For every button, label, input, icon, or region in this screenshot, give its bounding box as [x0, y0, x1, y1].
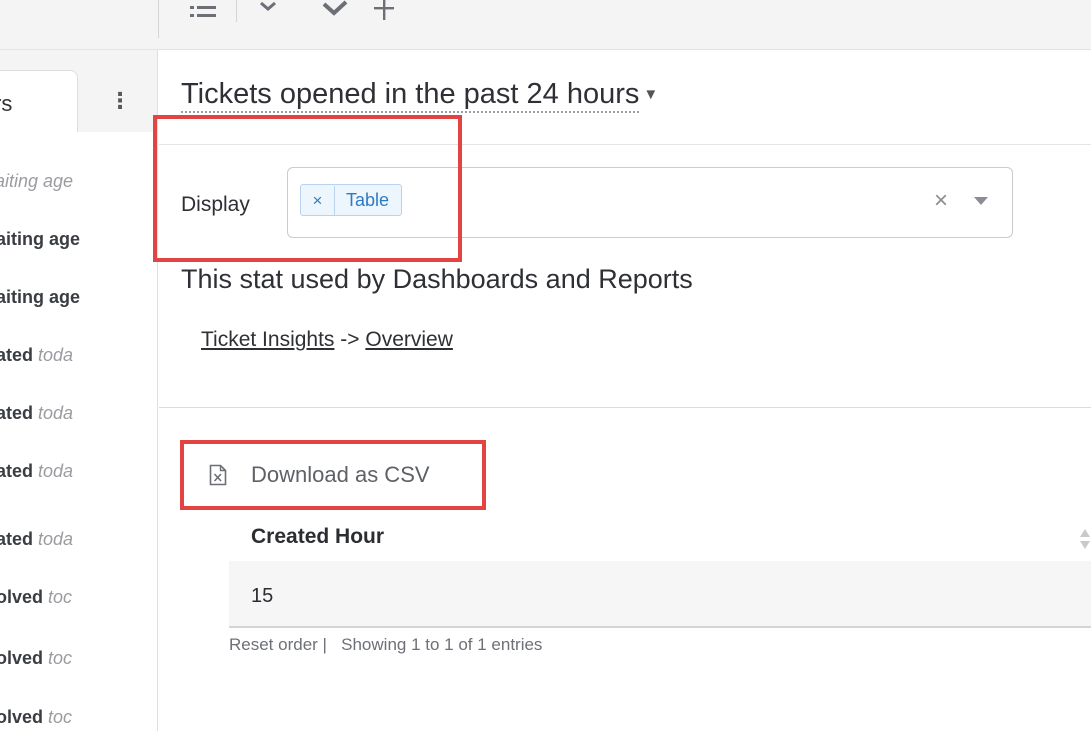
left-tab-label: rs [0, 91, 13, 116]
used-by-heading: This stat used by Dashboards and Reports [181, 264, 693, 294]
left-list: vaiting age vaiting age vaiting age eate… [0, 132, 157, 731]
list-icon[interactable] [190, 0, 216, 24]
list-item-text: solved [0, 648, 44, 668]
list-item[interactable]: vaiting age [0, 224, 80, 254]
list-item-text: vaiting age [0, 287, 81, 307]
check-icon[interactable] [320, 0, 350, 24]
link-separator: -> [334, 328, 366, 351]
list-item-time: vaiting age [0, 171, 74, 191]
link-ticket-insights[interactable]: Ticket Insights [201, 328, 334, 351]
chip-label: Table [346, 190, 390, 210]
clear-icon[interactable]: × [934, 187, 948, 215]
list-item-time: toc [48, 707, 73, 727]
list-item-time: toda [38, 345, 74, 365]
left-panel: rs ⋮ vaiting age vaiting age vaiting age… [0, 50, 158, 731]
download-csv-label: Download as CSV [251, 462, 430, 487]
dropdown-arrow-icon[interactable] [974, 197, 988, 205]
table-row: 15 [229, 561, 1091, 628]
main-content: Tickets opened in the past 24 hours ▼ Dis… [159, 50, 1091, 731]
csv-file-icon [209, 464, 227, 486]
link-overview[interactable]: Overview [365, 328, 453, 351]
list-item-time: toda [38, 529, 74, 549]
list-item-text: eated [0, 529, 34, 549]
left-tab[interactable]: rs [0, 70, 78, 132]
sort-icon[interactable] [1079, 526, 1091, 552]
list-item-time: toc [48, 587, 73, 607]
divider [159, 407, 1091, 408]
reset-order-link[interactable]: Reset order | [229, 635, 327, 654]
list-item-text: solved [0, 587, 44, 607]
list-item[interactable]: eated toda [0, 340, 73, 370]
toolbar-divider [236, 0, 237, 22]
list-item[interactable]: eated toda [0, 398, 73, 428]
list-item-time: toda [38, 461, 74, 481]
display-chip: × Table [300, 184, 403, 216]
list-item-text: eated [0, 403, 34, 423]
list-item-text: solved [0, 707, 44, 727]
list-item-text: eated [0, 461, 34, 481]
table-cell: 15 [251, 585, 274, 607]
divider [159, 144, 1091, 145]
list-item[interactable]: vaiting age [0, 166, 73, 196]
used-by-links: Ticket Insights -> Overview [201, 328, 453, 352]
top-toolbar [0, 0, 1091, 50]
list-item[interactable]: eated toda [0, 456, 73, 486]
list-item[interactable]: vaiting age [0, 282, 80, 312]
list-item-time: toc [48, 648, 73, 668]
display-select[interactable]: × Table × [287, 167, 1013, 238]
stat-title-dropdown[interactable]: Tickets opened in the past 24 hours ▼ [181, 78, 658, 118]
list-item-text: eated [0, 345, 34, 365]
list-item-time: toda [38, 403, 74, 423]
entries-info: Showing 1 to 1 of 1 entries [341, 635, 543, 654]
caret-down-icon: ▼ [643, 86, 659, 103]
display-label: Display [181, 193, 250, 216]
app-root: rs ⋮ vaiting age vaiting age vaiting age… [0, 0, 1091, 731]
list-item[interactable]: solved toc [0, 702, 72, 731]
toolbar-divider [158, 0, 159, 38]
plus-icon[interactable] [372, 0, 396, 24]
stat-title: Tickets opened in the past 24 hours [181, 78, 640, 113]
chip-remove-icon[interactable]: × [301, 186, 335, 216]
list-item-text: vaiting age [0, 229, 81, 249]
column-header-label: Created Hour [251, 525, 385, 548]
list-item[interactable]: solved toc [0, 643, 72, 673]
list-item[interactable]: eated toda [0, 524, 73, 554]
column-header-created-hour[interactable]: Created Hour [229, 520, 1091, 560]
table-footer: Reset order | Showing 1 to 1 of 1 entrie… [229, 635, 542, 655]
list-item[interactable]: solved toc [0, 582, 72, 612]
chevron-down-icon[interactable] [258, 0, 278, 24]
kebab-menu-icon[interactable]: ⋮ [108, 86, 132, 116]
